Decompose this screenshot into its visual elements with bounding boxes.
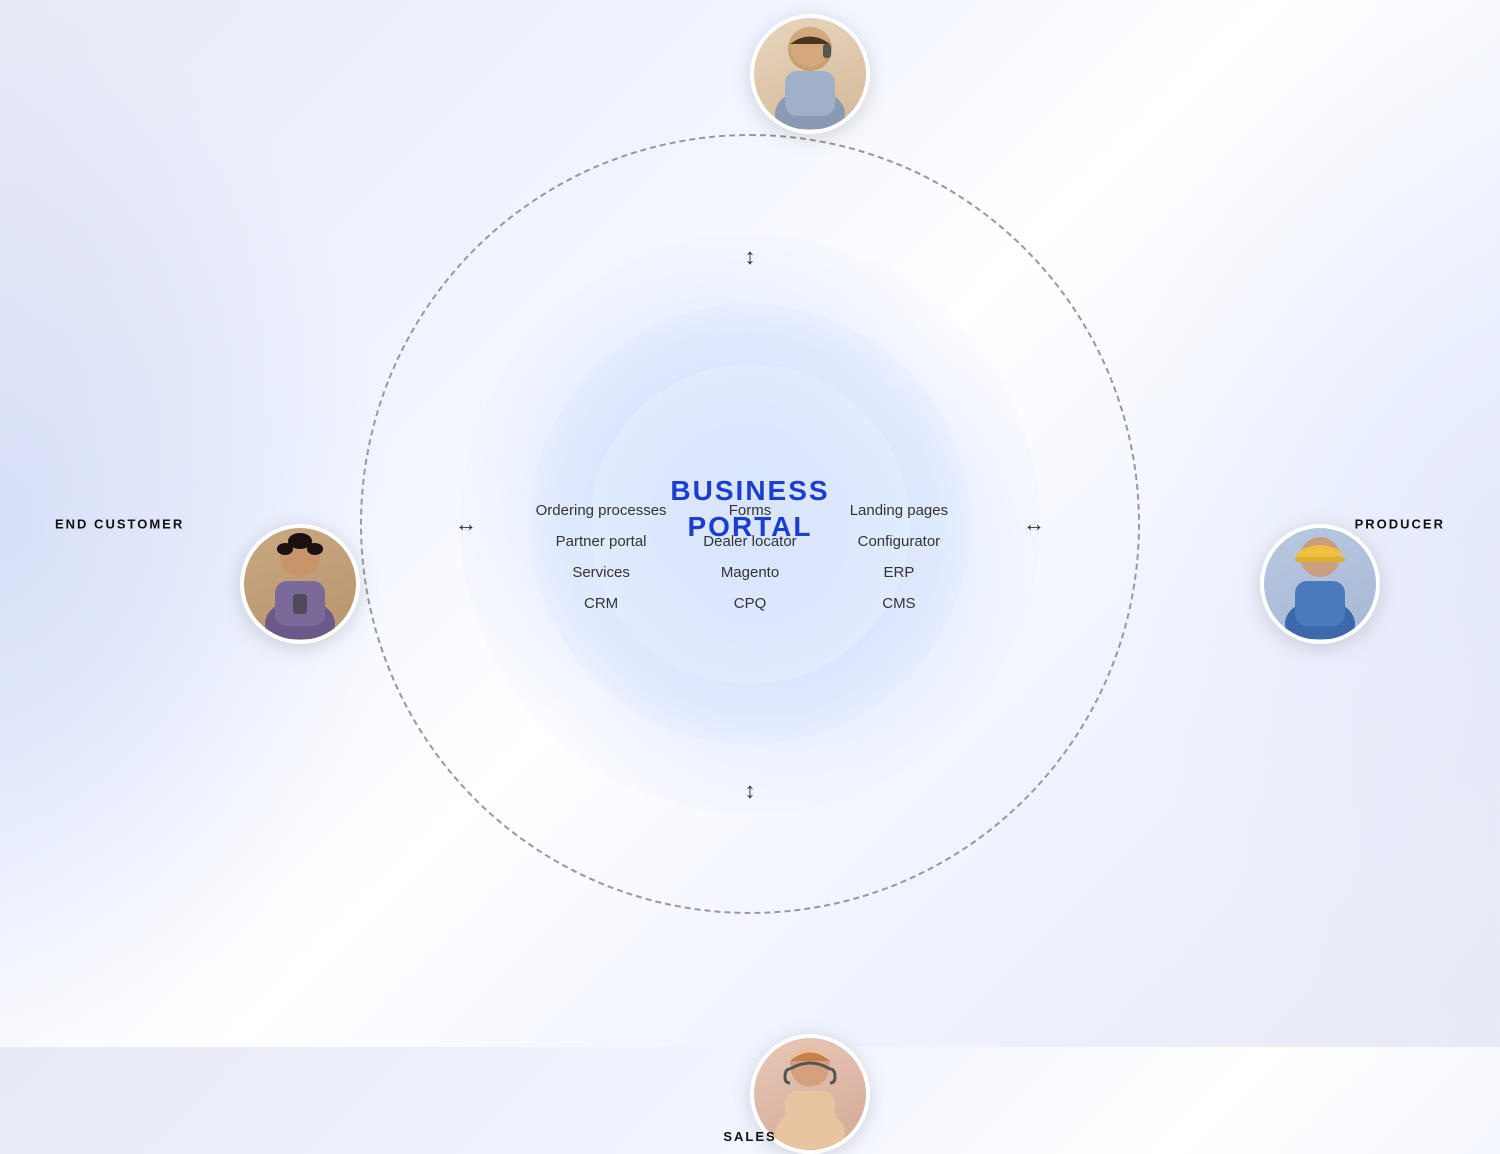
item-dealer-locator: Dealer locator (685, 533, 816, 550)
item-magento: Magento (685, 564, 816, 581)
distribution-partner-avatar (750, 14, 870, 134)
item-erp: ERP (833, 564, 964, 581)
item-services: Services (536, 564, 667, 581)
producer-avatar (1260, 524, 1380, 644)
item-cpq: CPQ (685, 595, 816, 612)
arrow-top: ↕ (745, 244, 756, 270)
sales-label: SALES (723, 1129, 776, 1144)
item-configurator: Configurator (833, 533, 964, 550)
arrow-right: ↔ (1023, 511, 1045, 537)
arrow-bottom: ↕ (745, 778, 756, 804)
center-items: Ordering processes Forms Landing pages P… (536, 502, 965, 612)
end-customer-avatar (240, 524, 360, 644)
item-cms: CMS (833, 595, 964, 612)
item-ordering-processes: Ordering processes (536, 502, 667, 519)
item-forms: Forms (685, 502, 816, 519)
item-partner-portal: Partner portal (536, 533, 667, 550)
item-landing-pages: Landing pages (833, 502, 964, 519)
item-crm: CRM (536, 595, 667, 612)
arrow-left: ↔ (455, 511, 477, 537)
producer-label: PRODUCER (1355, 516, 1445, 531)
end-customer-label: END CUSTOMER (55, 516, 184, 531)
diagram-container: BUSINESS PORTAL Ordering processes Forms… (300, 74, 1200, 974)
